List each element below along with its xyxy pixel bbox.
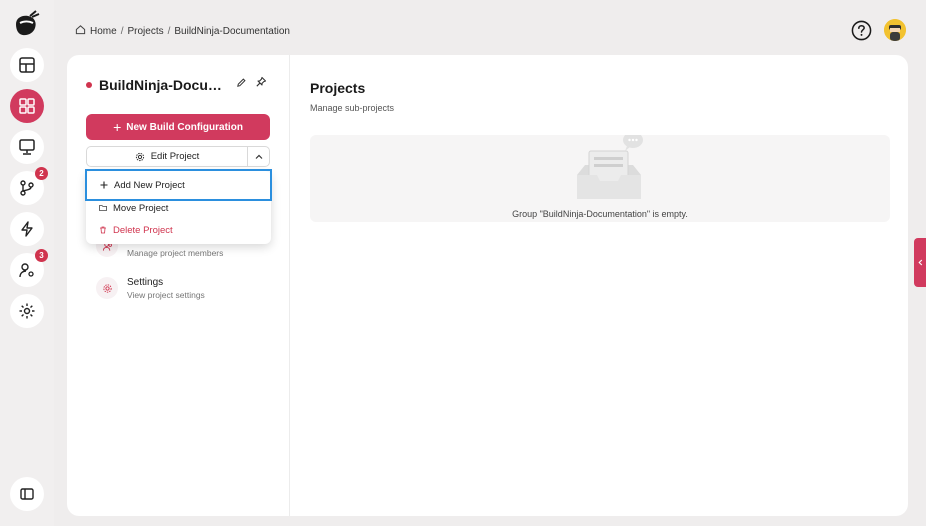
breadcrumb-separator: / (167, 25, 171, 37)
home-icon[interactable] (75, 24, 86, 38)
collapse-panel-tab[interactable] (914, 238, 926, 287)
trash-icon (100, 226, 106, 234)
menu-item-move-project[interactable]: Move Project (86, 197, 271, 219)
chevron-up-icon (255, 154, 262, 159)
settings-nav-button[interactable] (10, 294, 44, 328)
section-subtitle: Manage sub-projects (310, 103, 395, 113)
toggle-sidebar-button[interactable] (10, 477, 44, 511)
breadcrumb-separator: / (120, 25, 124, 37)
lightning-icon (21, 221, 33, 237)
menu-item-label: Add New Project (114, 179, 185, 191)
app-logo-icon[interactable] (10, 10, 42, 42)
user-gear-icon (19, 263, 34, 278)
side-item-desc: View project settings (127, 290, 205, 300)
empty-state: Group "BuildNinja-Documentation" is empt… (310, 135, 890, 222)
gear-icon (96, 277, 118, 299)
project-title: BuildNinja-Documentation (99, 77, 229, 93)
agents-nav-button[interactable] (10, 130, 44, 164)
side-item-desc: Manage project members (127, 248, 224, 258)
breadcrumb: Home / Projects / BuildNinja-Documentati… (75, 24, 290, 38)
projects-nav-button[interactable] (10, 89, 44, 123)
section-title: Projects (310, 80, 366, 96)
side-item-title: Settings (127, 277, 164, 288)
grid-icon (19, 98, 35, 114)
branch-icon (20, 180, 34, 196)
empty-message: Group "BuildNinja-Documentation" is empt… (512, 209, 688, 219)
edit-project-label: Edit Project (150, 151, 200, 162)
left-rail: 2 3 (0, 0, 54, 526)
menu-item-delete-project[interactable]: Delete Project (86, 219, 271, 241)
vcs-count-badge: 2 (35, 167, 48, 180)
users-count-badge: 3 (35, 249, 48, 262)
user-avatar[interactable] (884, 19, 906, 41)
project-side-panel: BuildNinja-Documentation + New Build Con… (67, 55, 290, 516)
new-build-label: New Build Configuration (126, 121, 243, 133)
monitor-icon (19, 139, 35, 155)
edit-project-dropdown-toggle[interactable] (248, 147, 269, 166)
empty-inbox-icon (577, 135, 643, 199)
sidebar-icon (20, 488, 34, 500)
breadcrumb-current: BuildNinja-Documentation (174, 25, 290, 37)
triggers-nav-button[interactable] (10, 212, 44, 246)
menu-item-label: Delete Project (113, 224, 173, 236)
new-build-configuration-button[interactable]: + New Build Configuration (86, 114, 270, 140)
edit-project-dropdown-menu: Add New Project Move Project Delete Proj… (85, 169, 272, 244)
project-status-dot (86, 82, 92, 88)
menu-item-label: Move Project (113, 202, 169, 214)
dashboard-nav-button[interactable] (10, 48, 44, 82)
breadcrumb-home[interactable]: Home (90, 26, 117, 37)
help-icon[interactable] (851, 20, 872, 41)
edit-project-split-button: Edit Project (86, 146, 270, 167)
dashboard-icon (19, 57, 35, 73)
side-item-settings[interactable]: Settings View project settings (96, 277, 205, 300)
pin-icon[interactable] (255, 76, 267, 88)
plus-icon: + (113, 119, 122, 135)
gear-icon (19, 303, 35, 319)
edit-project-button[interactable]: Edit Project (87, 147, 248, 166)
breadcrumb-projects[interactable]: Projects (127, 26, 163, 37)
pencil-icon[interactable] (236, 77, 247, 88)
chevron-left-icon (917, 259, 922, 266)
gear-icon (135, 152, 144, 161)
folder-icon (99, 205, 107, 211)
user-settings-nav-button[interactable]: 3 (10, 249, 48, 287)
vcs-nav-button[interactable]: 2 (10, 167, 48, 205)
main-card: BuildNinja-Documentation + New Build Con… (67, 55, 908, 516)
plus-icon (100, 181, 108, 189)
